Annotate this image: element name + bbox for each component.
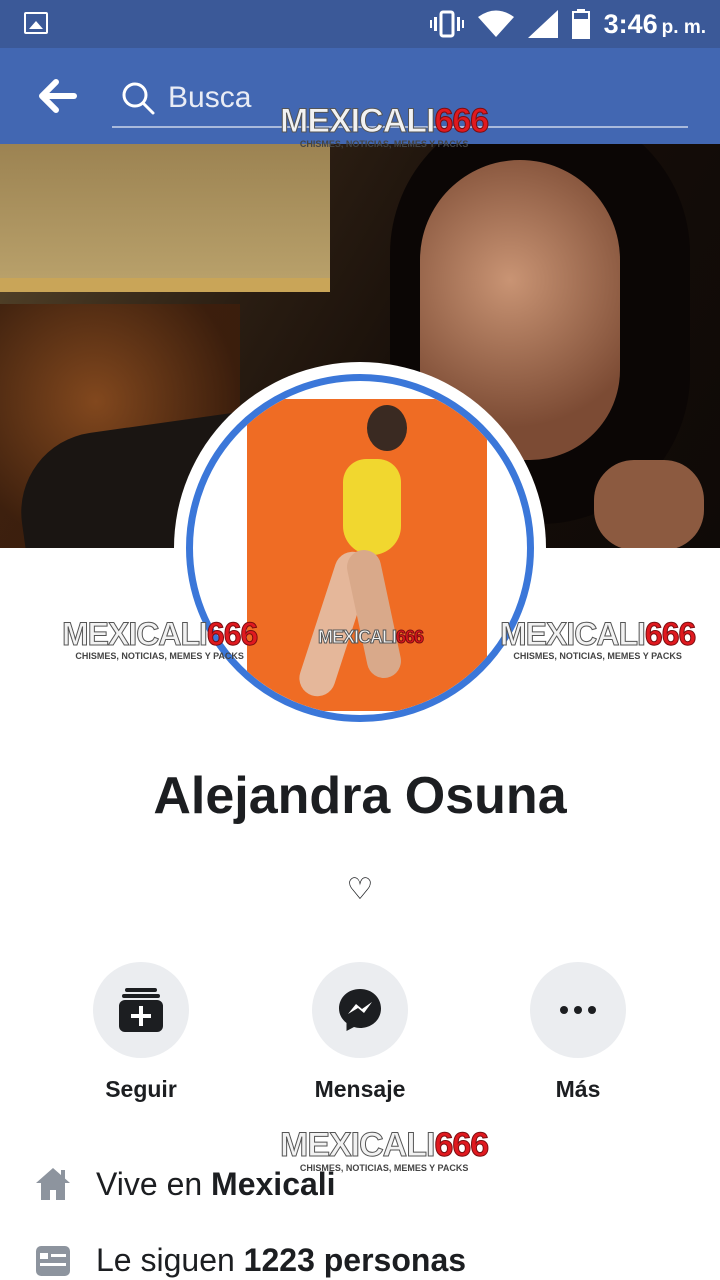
watermark-brand-a: MEXICALI [279,102,435,140]
follow-button-circle[interactable] [93,962,189,1058]
watermark-brand-b: 666 [644,616,696,652]
signal-icon [527,10,558,38]
clock-ampm: p. m. [661,16,706,38]
watermark-top: MEXICALI666 CHISMES, NOTICIAS, MEMES Y P… [279,102,490,149]
watermark-brand-a: MEXICALI [317,627,397,647]
more-button[interactable]: Más [518,962,638,1103]
followers-icon [36,1246,70,1276]
followers-count: 1223 personas [243,1241,467,1278]
cover-picture-frame [0,144,330,292]
more-icon [560,1006,596,1014]
avatar[interactable] [186,374,534,722]
watermark-center: MEXICALI666 [317,627,425,647]
photo-swimsuit [343,459,401,555]
watermark-brand-a: MEXICALI [62,616,209,652]
photo-head [367,405,407,451]
messenger-icon [339,989,381,1031]
watermark-tagline: CHISMES, NOTICIAS, MEMES Y PACKS [299,139,469,149]
battery-icon [571,9,590,39]
message-label: Mensaje [314,1076,406,1102]
status-bar: 3:46 p. m. [0,0,720,48]
watermark-brand-a: MEXICALI [500,616,647,652]
follow-icon [119,988,163,1032]
message-button-circle[interactable] [312,962,408,1058]
back-arrow-icon[interactable] [34,76,78,116]
watermark-brand-a: MEXICALI [279,1126,435,1164]
profile-name: Alejandra Osuna [153,767,567,825]
image-notification-icon [24,12,48,34]
info-row-lives[interactable]: Vive en Mexicali [34,1160,694,1208]
status-icons: 3:46 p. m. [429,6,706,42]
search-icon [122,82,155,115]
clock-time: 3:46 [603,8,658,39]
lives-text: Vive en Mexicali [96,1166,336,1203]
watermark-brand-b: 666 [434,1126,490,1164]
followers-text: Le siguen 1223 personas [96,1242,466,1279]
more-label: Más [555,1076,601,1102]
watermark-tagline: CHISMES, NOTICIAS, MEMES Y PACKS [513,651,682,661]
watermark-brand-b: 666 [206,616,258,652]
info-row-followers[interactable]: Le siguen 1223 personas [34,1236,694,1280]
watermark-tagline: CHISMES, NOTICIAS, MEMES Y PACKS [75,651,244,661]
home-icon [36,1168,70,1200]
watermark-brand-b: 666 [396,627,425,647]
lives-city[interactable]: Mexicali [211,1166,336,1202]
profile-bio: ♡ [346,872,374,907]
more-button-circle[interactable] [530,962,626,1058]
watermark-left: MEXICALI666 CHISMES, NOTICIAS, MEMES Y P… [62,616,259,661]
watermark-right: MEXICALI666 CHISMES, NOTICIAS, MEMES Y P… [500,616,697,661]
lives-prefix: Vive en [96,1165,212,1202]
followers-prefix: Le siguen [96,1241,244,1278]
wifi-icon [477,10,514,37]
follow-button[interactable]: Seguir [81,962,201,1103]
message-button[interactable]: Mensaje [300,962,420,1103]
vibrate-icon [429,10,464,38]
watermark-brand-b: 666 [434,102,490,140]
avatar-photo [247,399,487,711]
cover-hand [594,460,704,548]
follow-label: Seguir [105,1076,177,1102]
